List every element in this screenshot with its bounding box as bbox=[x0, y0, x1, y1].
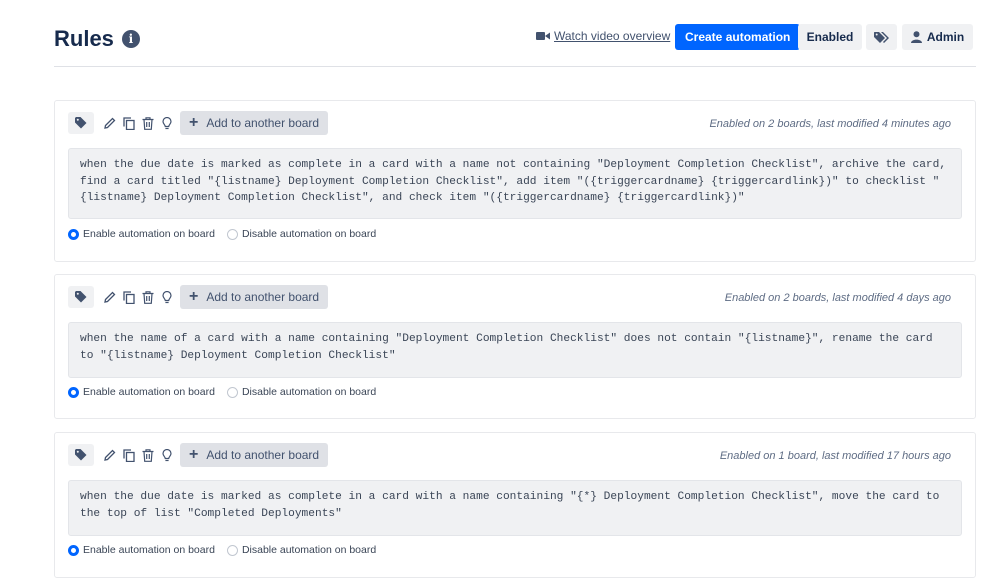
edit-rule-icon[interactable] bbox=[102, 286, 118, 308]
rule-card: + Add to another board Enabled on 2 boar… bbox=[54, 100, 976, 262]
copy-icon bbox=[123, 116, 135, 130]
copy-icon bbox=[123, 290, 135, 304]
watch-video-label: Watch video overview bbox=[554, 29, 671, 43]
disable-automation-label: Disable automation on board bbox=[241, 228, 377, 240]
add-to-another-board-label: Add to another board bbox=[206, 448, 320, 462]
edit-rule-icon[interactable] bbox=[102, 112, 118, 134]
pencil-icon bbox=[104, 117, 116, 129]
enabled-filter-button[interactable]: Enabled bbox=[798, 24, 862, 50]
info-icon[interactable]: i bbox=[121, 30, 140, 48]
lightbulb-icon bbox=[162, 116, 172, 129]
copy-rule-icon[interactable] bbox=[121, 112, 137, 134]
rule-tag-button[interactable] bbox=[68, 286, 94, 308]
rule-meta: Enabled on 2 boards, last modified 4 day… bbox=[724, 292, 951, 304]
lightbulb-rule-icon[interactable] bbox=[159, 444, 175, 466]
rule-toolbar: + Add to another board bbox=[68, 111, 329, 135]
enable-automation-option[interactable]: Enable automation on board bbox=[68, 228, 215, 240]
disable-radio[interactable] bbox=[226, 228, 238, 240]
add-to-another-board-button[interactable]: + Add to another board bbox=[180, 443, 329, 467]
disable-automation-option[interactable]: Disable automation on board bbox=[226, 386, 377, 398]
tag-icon bbox=[75, 291, 87, 303]
page-header: Rules i Watch video overview Create auto… bbox=[54, 24, 976, 67]
disable-automation-label: Disable automation on board bbox=[241, 544, 377, 556]
admin-label: Admin bbox=[926, 30, 965, 44]
trash-icon bbox=[142, 448, 154, 462]
trash-icon bbox=[142, 290, 154, 304]
tags-button[interactable] bbox=[866, 24, 897, 50]
pencil-icon bbox=[104, 291, 116, 303]
rule-enable-radios: Enable automation on board Disable autom… bbox=[68, 544, 388, 556]
rule-enable-radios: Enable automation on board Disable autom… bbox=[68, 228, 388, 240]
plus-icon: + bbox=[189, 288, 199, 305]
tag-icon bbox=[75, 449, 87, 461]
tags-icon bbox=[873, 31, 889, 43]
rule-description: when the due date is marked as complete … bbox=[68, 480, 962, 536]
enable-automation-label: Enable automation on board bbox=[83, 544, 215, 556]
copy-rule-icon[interactable] bbox=[121, 444, 137, 466]
disable-radio[interactable] bbox=[226, 386, 238, 398]
delete-rule-icon[interactable] bbox=[140, 444, 156, 466]
plus-icon: + bbox=[189, 114, 199, 131]
disable-automation-option[interactable]: Disable automation on board bbox=[226, 544, 377, 556]
enable-automation-label: Enable automation on board bbox=[83, 386, 215, 398]
create-automation-button[interactable]: Create automation bbox=[675, 24, 801, 50]
enable-radio[interactable] bbox=[68, 386, 79, 398]
lightbulb-rule-icon[interactable] bbox=[159, 112, 175, 134]
enable-automation-option[interactable]: Enable automation on board bbox=[68, 386, 215, 398]
disable-radio[interactable] bbox=[226, 544, 238, 556]
copy-rule-icon[interactable] bbox=[121, 286, 137, 308]
add-to-another-board-label: Add to another board bbox=[206, 290, 320, 304]
lightbulb-rule-icon[interactable] bbox=[159, 286, 175, 308]
rule-enable-radios: Enable automation on board Disable autom… bbox=[68, 386, 388, 398]
add-to-another-board-button[interactable]: + Add to another board bbox=[180, 111, 329, 135]
enable-radio[interactable] bbox=[68, 544, 79, 556]
rule-card: + Add to another board Enabled on 1 boar… bbox=[54, 432, 976, 578]
plus-icon: + bbox=[189, 446, 199, 463]
lightbulb-icon bbox=[162, 448, 172, 461]
rule-meta: Enabled on 1 board, last modified 17 hou… bbox=[719, 450, 951, 462]
rule-tag-button[interactable] bbox=[68, 112, 94, 134]
rule-description: when the due date is marked as complete … bbox=[68, 148, 962, 219]
disable-automation-label: Disable automation on board bbox=[241, 386, 377, 398]
disable-automation-option[interactable]: Disable automation on board bbox=[226, 228, 377, 240]
delete-rule-icon[interactable] bbox=[140, 286, 156, 308]
trash-icon bbox=[142, 116, 154, 130]
rule-tag-button[interactable] bbox=[68, 444, 94, 466]
page-title: Rules i bbox=[54, 26, 140, 52]
add-to-another-board-button[interactable]: + Add to another board bbox=[180, 285, 329, 309]
enable-automation-label: Enable automation on board bbox=[83, 228, 215, 240]
user-icon bbox=[910, 31, 922, 43]
delete-rule-icon[interactable] bbox=[140, 112, 156, 134]
enable-radio[interactable] bbox=[68, 228, 79, 240]
watch-video-link[interactable]: Watch video overview bbox=[536, 29, 670, 43]
admin-button[interactable]: Admin bbox=[902, 24, 973, 50]
enable-automation-option[interactable]: Enable automation on board bbox=[68, 544, 215, 556]
pencil-icon bbox=[104, 449, 116, 461]
rule-toolbar: + Add to another board bbox=[68, 285, 329, 309]
edit-rule-icon[interactable] bbox=[102, 444, 118, 466]
rule-description: when the name of a card with a name cont… bbox=[68, 322, 962, 378]
add-to-another-board-label: Add to another board bbox=[206, 116, 320, 130]
page-title-text: Rules bbox=[54, 26, 114, 51]
tag-icon bbox=[75, 117, 87, 129]
copy-icon bbox=[123, 448, 135, 462]
rule-card: + Add to another board Enabled on 2 boar… bbox=[54, 274, 976, 419]
lightbulb-icon bbox=[162, 290, 172, 303]
video-camera-icon bbox=[536, 32, 550, 40]
rule-toolbar: + Add to another board bbox=[68, 443, 329, 467]
rule-meta: Enabled on 2 boards, last modified 4 min… bbox=[709, 118, 951, 130]
